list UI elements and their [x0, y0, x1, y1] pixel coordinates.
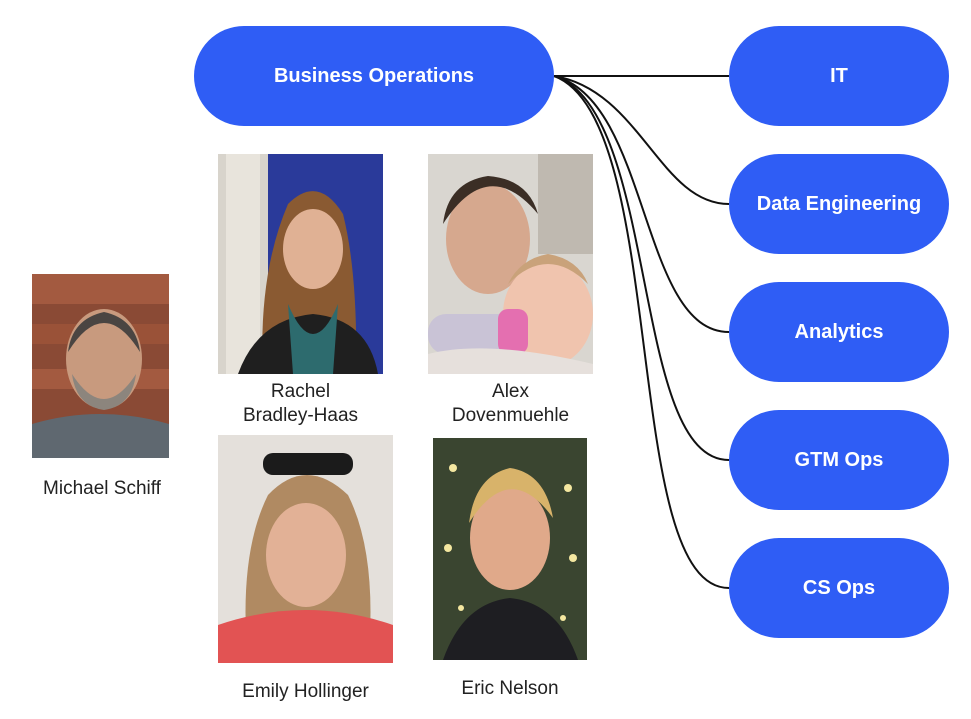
photo-michael-schiff: [32, 274, 169, 458]
dept-node-data-engineering: Data Engineering: [729, 154, 949, 254]
dept-node-cs-ops: CS Ops: [729, 538, 949, 638]
photo-eric-nelson: [433, 438, 587, 660]
name-rachel-bradley-haas: Rachel Bradley-Haas: [242, 381, 359, 426]
name-eric-nelson: Eric Nelson: [461, 678, 559, 699]
name-michael-schiff: Michael Schiff: [43, 478, 161, 499]
dept-node-analytics: Analytics: [729, 282, 949, 382]
dept-node-gtm-ops: GTM Ops: [729, 410, 949, 510]
business-operations-node: Business Operations: [194, 26, 554, 126]
name-alex-dovenmuehle: Alex Dovenmuehle: [451, 381, 570, 426]
dept-node-it: IT: [729, 26, 949, 126]
photo-rachel-bradley-haas: [218, 154, 383, 374]
photo-alex-dovenmuehle: [428, 154, 593, 374]
name-emily-hollinger: Emily Hollinger: [242, 681, 369, 702]
photo-emily-hollinger: [218, 435, 393, 663]
